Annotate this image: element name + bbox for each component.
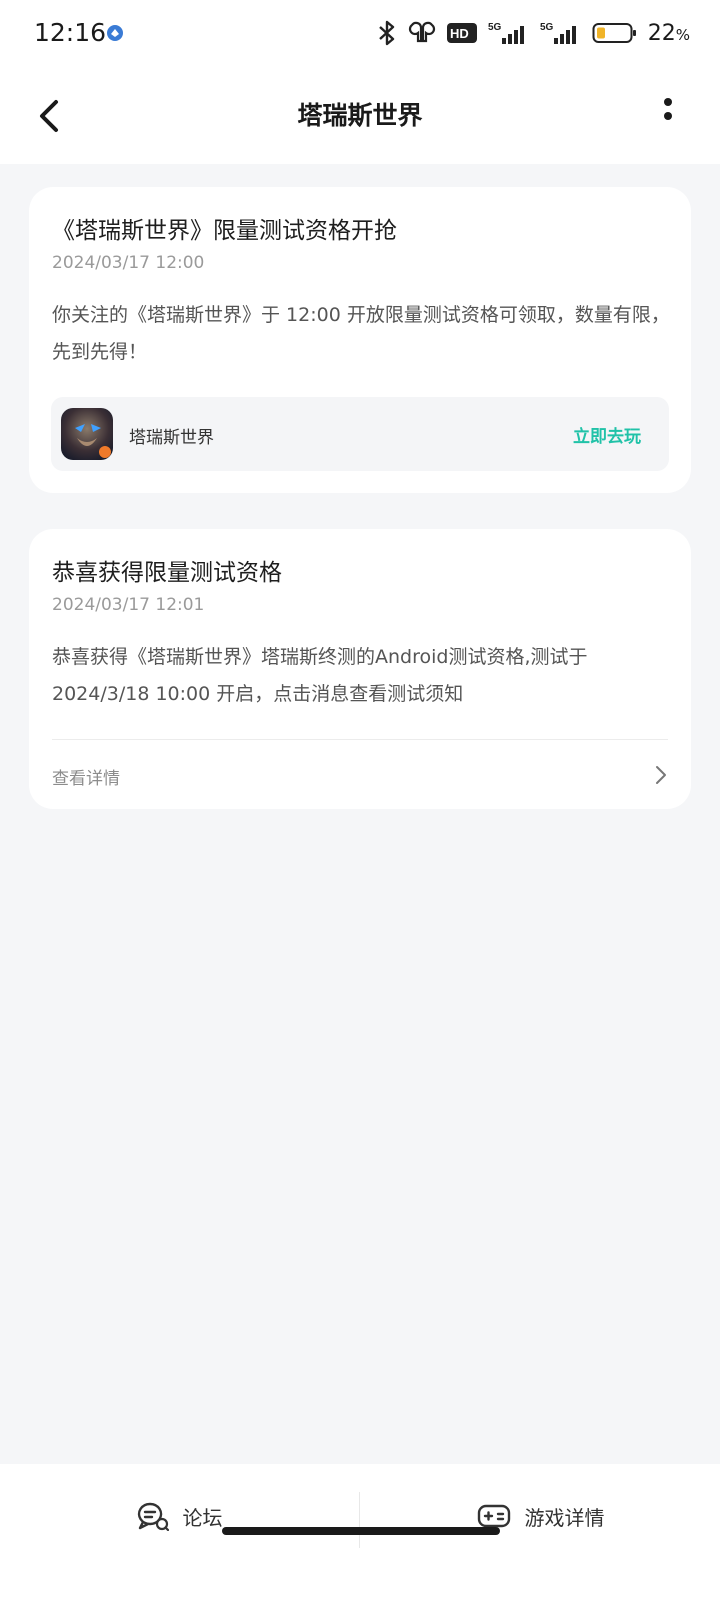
gamepad-icon	[477, 1504, 510, 1528]
view-details-label: 查看详情	[52, 769, 120, 789]
game-entry[interactable]: 塔瑞斯世界 立即去玩	[51, 397, 669, 471]
svg-text:5G: 5G	[488, 22, 502, 33]
tab-separator	[359, 1492, 360, 1548]
notification-title: 《塔瑞斯世界》限量测试资格开抢	[52, 218, 397, 244]
forum-button[interactable]: 论坛	[0, 1464, 359, 1568]
notification-time: 2024/03/17 12:00	[52, 253, 205, 273]
chevron-right-icon	[656, 766, 666, 784]
home-indicator[interactable]	[222, 1527, 500, 1535]
battery-icon	[592, 23, 636, 43]
notification-card[interactable]: 《塔瑞斯世界》限量测试资格开抢 2024/03/17 12:00 你关注的《塔瑞…	[29, 187, 691, 493]
signal-icon-sim1: 5G	[488, 22, 524, 44]
hd-icon: HD	[446, 23, 477, 43]
bluetooth-icon	[378, 20, 394, 46]
earbuds-icon	[408, 21, 435, 43]
screen: 12:16 HD 5G 5G 22% 塔瑞斯世界 《塔瑞斯世界》限量测试资格开抢…	[0, 0, 720, 1600]
forum-icon	[137, 1502, 169, 1531]
notification-body: 你关注的《塔瑞斯世界》于 12:00 开放限量测试资格可领取，数量有限，先到先得…	[52, 304, 670, 363]
status-time: 12:16	[34, 18, 107, 47]
forum-label: 论坛	[182, 1505, 223, 1530]
notification-body: 恭喜获得《塔瑞斯世界》塔瑞斯终测的Android测试资格,测试于2024/3/1…	[52, 646, 588, 705]
app-notification-icon	[107, 25, 123, 41]
status-icons: HD 5G 5G 22%	[376, 18, 690, 48]
svg-text:HD: HD	[450, 26, 469, 41]
more-options-icon[interactable]	[656, 96, 680, 136]
battery-percent: 22%	[647, 20, 690, 46]
svg-text:5G: 5G	[540, 22, 554, 33]
game-details-label: 游戏详情	[524, 1505, 605, 1530]
signal-icon-sim2: 5G	[540, 22, 576, 44]
notification-card[interactable]: 恭喜获得限量测试资格 2024/03/17 12:01 恭喜获得《塔瑞斯世界》塔…	[29, 529, 691, 809]
notification-time: 2024/03/17 12:01	[52, 595, 205, 615]
app-header: 塔瑞斯世界	[0, 68, 720, 164]
game-details-button[interactable]: 游戏详情	[361, 1464, 720, 1568]
play-now-button[interactable]: 立即去玩	[573, 422, 641, 447]
view-details-link[interactable]: 查看详情	[29, 740, 691, 809]
status-bar: 12:16 HD 5G 5G 22%	[0, 0, 720, 68]
game-icon	[61, 408, 113, 460]
game-name: 塔瑞斯世界	[129, 428, 214, 448]
page-title: 塔瑞斯世界	[297, 101, 423, 130]
notification-title: 恭喜获得限量测试资格	[52, 560, 282, 586]
